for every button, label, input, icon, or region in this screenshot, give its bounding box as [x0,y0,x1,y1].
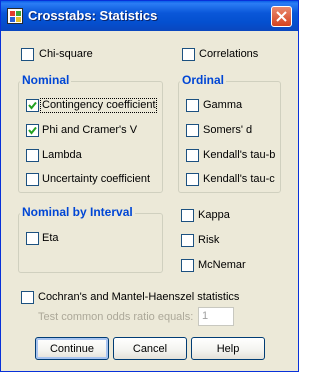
cmh-statistics-checkbox[interactable] [21,291,34,304]
continue-button[interactable]: Continue [35,337,109,360]
mcnemar-label: McNemar [198,259,246,271]
lambda-checkbox[interactable] [26,149,39,162]
contingency-coefficient-label: Contingency coefficient [42,99,156,111]
kappa-checkbox[interactable] [181,209,194,222]
gamma-checkbox[interactable] [186,99,199,112]
chi-square-label: Chi-square [39,48,93,60]
cmh-statistics-label: Cochran's and Mantel-Haenszel statistics [38,291,240,303]
somers-d-checkbox[interactable] [186,124,199,137]
kendalls-tau-b-label: Kendall's tau-b [203,149,276,161]
kendalls-tau-c-label: Kendall's tau-c [203,173,275,185]
chi-square-checkbox[interactable] [21,48,34,61]
help-button[interactable]: Help [191,337,265,360]
window-title: Crosstabs: Statistics [28,8,158,23]
eta-label: Eta [42,232,59,244]
risk-label: Risk [198,234,220,246]
checkmark-icon [28,126,37,135]
kendalls-tau-b-checkbox[interactable] [186,149,199,162]
mcnemar-checkbox[interactable] [181,259,194,272]
ordinal-group-title: Ordinal [180,73,227,87]
nominal-group-title: Nominal [20,73,72,87]
gamma-label: Gamma [203,99,243,111]
contingency-coefficient-checkbox[interactable] [26,99,39,112]
odds-ratio-label: Test common odds ratio equals: [38,311,194,323]
title-bar[interactable]: Crosstabs: Statistics [1,1,298,31]
app-icon [7,8,23,24]
eta-checkbox[interactable] [26,232,39,245]
correlations-checkbox[interactable] [182,48,195,61]
correlations-label: Correlations [199,48,259,60]
odds-ratio-input[interactable]: 1 [198,307,234,326]
phi-cramers-v-label: Phi and Cramer's V [42,124,138,136]
uncertainty-coefficient-checkbox[interactable] [26,173,39,186]
checkmark-icon [28,101,37,110]
crosstabs-statistics-dialog: Crosstabs: Statistics Chi-square Correla… [0,0,299,372]
phi-cramers-v-checkbox[interactable] [26,124,39,137]
kappa-label: Kappa [198,209,230,221]
nominal-by-interval-group [18,213,163,273]
uncertainty-coefficient-label: Uncertainty coefficient [42,173,151,185]
lambda-label: Lambda [42,149,82,161]
nominal-by-interval-group-title: Nominal by Interval [20,205,135,219]
close-icon [276,11,287,22]
close-button[interactable] [271,6,292,27]
cancel-button[interactable]: Cancel [113,337,187,360]
risk-checkbox[interactable] [181,234,194,247]
somers-d-label: Somers' d [203,124,253,136]
kendalls-tau-c-checkbox[interactable] [186,173,199,186]
